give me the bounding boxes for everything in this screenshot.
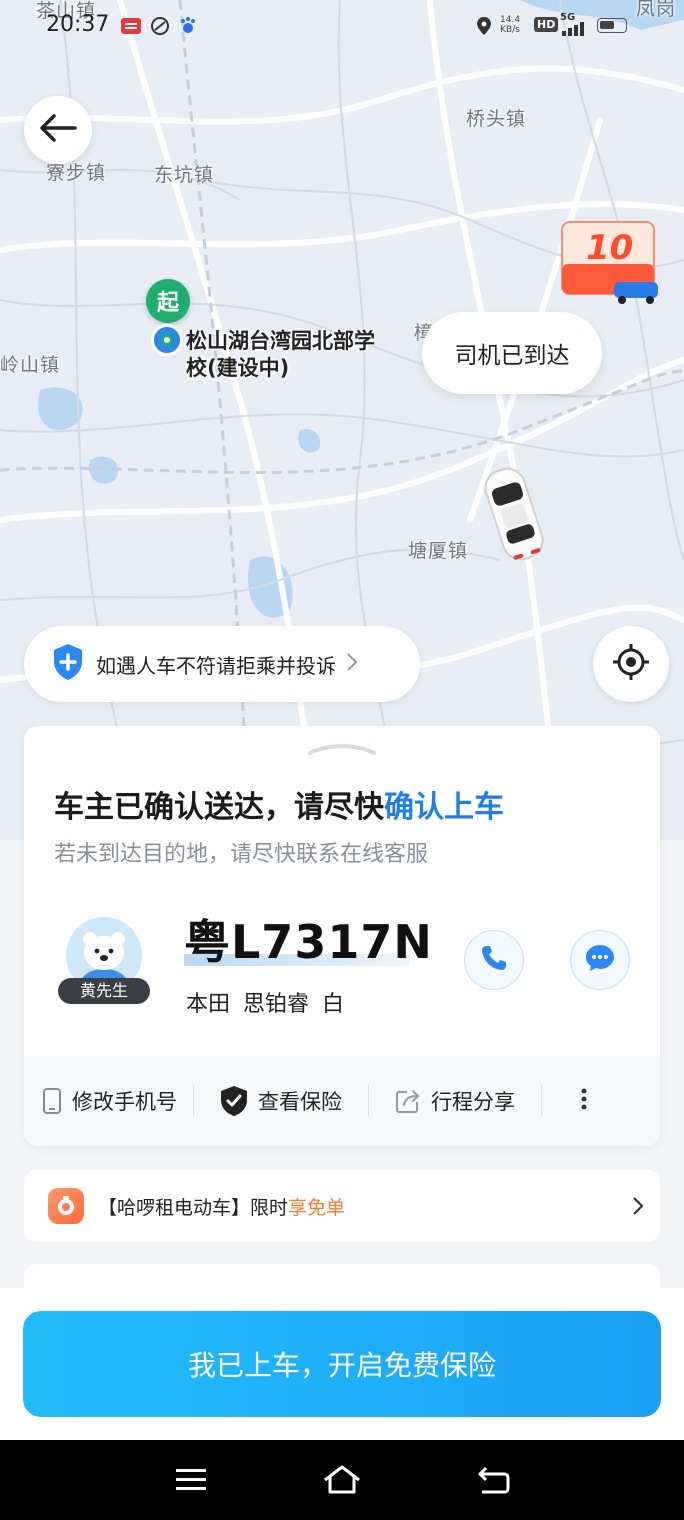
promo-banner[interactable]: 【哈啰租电动车】限时享免单 bbox=[24, 1170, 660, 1242]
change-phone-label: 修改手机号 bbox=[72, 1090, 177, 1114]
chevron-right-icon bbox=[346, 652, 358, 676]
menu-icon[interactable] bbox=[174, 1464, 208, 1498]
chat-icon bbox=[584, 942, 616, 978]
chevron-right-icon bbox=[632, 1196, 644, 1220]
status-bar: 20:37 14.4 KB/s HD 5G bbox=[0, 0, 684, 54]
more-icon bbox=[580, 1087, 588, 1116]
insurance-shield-icon bbox=[220, 1085, 248, 1117]
signal-icon bbox=[562, 20, 590, 40]
battery-icon bbox=[597, 18, 627, 33]
trip-status-headline: 车主已确认送达，请尽快确认上车 bbox=[54, 790, 504, 825]
start-location-dot bbox=[151, 324, 183, 356]
shield-plus-icon bbox=[52, 643, 84, 685]
more-button[interactable] bbox=[580, 1087, 588, 1116]
town-label: 塘厦镇 bbox=[408, 540, 469, 562]
trip-status-subline: 若未到达目的地，请尽快联系在线客服 bbox=[54, 842, 429, 867]
map-view[interactable]: 茶山镇 寮步镇 东坑镇 桥头镇 岭山镇 塘厦镇 樟 凤岗 20:37 14.4 … bbox=[0, 0, 684, 840]
location-icon bbox=[476, 16, 492, 40]
town-label: 桥头镇 bbox=[466, 108, 527, 130]
mobile-phone-icon bbox=[42, 1088, 62, 1114]
trip-card: 车主已确认送达，请尽快确认上车 若未到达目的地，请尽快联系在线客服 黄先生 粤L… bbox=[24, 726, 660, 1146]
divider bbox=[541, 1085, 542, 1117]
divider bbox=[368, 1085, 369, 1117]
action-row: 修改手机号 查看保险 行程分享 bbox=[24, 1056, 660, 1146]
home-icon[interactable] bbox=[322, 1464, 362, 1500]
safety-tip-pill[interactable]: 如遇人车不符请拒乘并投诉 bbox=[24, 626, 420, 702]
back-icon[interactable] bbox=[476, 1464, 512, 1500]
message-driver-button[interactable] bbox=[570, 930, 630, 990]
town-label: 岭山镇 bbox=[0, 354, 61, 376]
clock: 20:37 bbox=[46, 12, 110, 37]
map-roads bbox=[0, 0, 684, 840]
share-trip-label: 行程分享 bbox=[431, 1090, 515, 1114]
confirm-boarding-button[interactable]: 我已上车，开启免费保险 bbox=[23, 1311, 661, 1417]
safety-tip-text: 如遇人车不符请拒乘并投诉 bbox=[96, 653, 336, 678]
back-arrow-icon bbox=[39, 113, 77, 147]
promo-highlight: 享免单 bbox=[288, 1196, 346, 1219]
car-description: 本田 思铂睿 白 bbox=[186, 992, 344, 1017]
share-trip-button[interactable]: 行程分享 bbox=[395, 1086, 515, 1116]
view-insurance-button[interactable]: 查看保险 bbox=[220, 1085, 342, 1117]
share-icon bbox=[395, 1088, 421, 1114]
system-nav-bar bbox=[0, 1440, 684, 1520]
paw-notification-icon bbox=[179, 16, 197, 40]
change-phone-button[interactable]: 修改手机号 bbox=[42, 1086, 177, 1116]
start-marker: 起 bbox=[146, 279, 190, 323]
start-location-label: 松山湖台湾园北部学 校(建设中) bbox=[186, 329, 375, 380]
app-notification-icon bbox=[120, 16, 142, 40]
ebike-promo-icon bbox=[48, 1188, 84, 1224]
hd-icon: HD bbox=[534, 17, 559, 32]
promo-coupon-badge[interactable]: 10 bbox=[558, 220, 664, 304]
divider bbox=[193, 1085, 194, 1117]
locate-icon bbox=[611, 642, 651, 686]
drag-handle-icon[interactable] bbox=[308, 740, 376, 760]
driver-status-bubble: 司机已到达 bbox=[422, 312, 602, 394]
back-button[interactable] bbox=[24, 96, 92, 164]
phone-icon bbox=[479, 943, 509, 977]
headline-highlight: 确认上车 bbox=[384, 790, 504, 825]
license-plate: 粤L7317N bbox=[184, 915, 433, 969]
net-speed: 14.4 KB/s bbox=[500, 15, 521, 35]
town-label: 东坑镇 bbox=[154, 164, 215, 186]
coupon-amount: 10 bbox=[586, 228, 634, 268]
promo-text: 【哈啰租电动车】限时享免单 bbox=[98, 1196, 346, 1219]
driver-name: 黄先生 bbox=[58, 978, 150, 1004]
call-driver-button[interactable] bbox=[464, 930, 524, 990]
car-marker bbox=[474, 462, 554, 570]
leaf-notification-icon bbox=[150, 16, 170, 40]
locate-button[interactable] bbox=[593, 626, 669, 702]
view-insurance-label: 查看保险 bbox=[258, 1090, 342, 1114]
car-icon bbox=[484, 467, 544, 561]
